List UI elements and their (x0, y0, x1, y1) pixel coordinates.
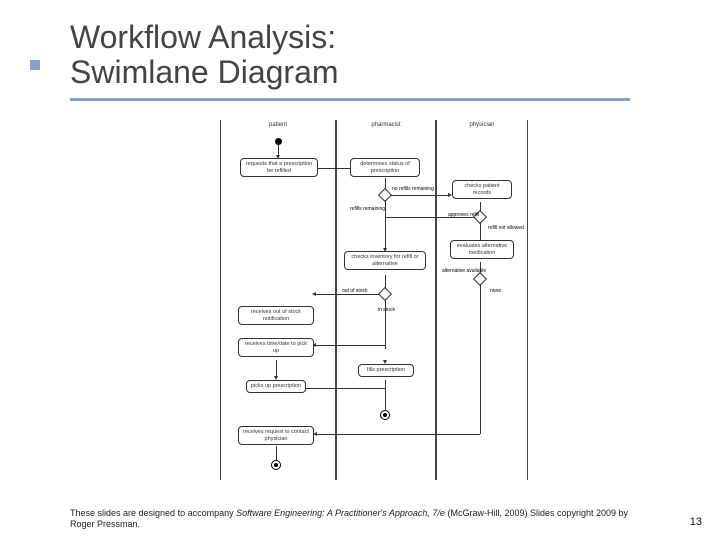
accent-square (30, 60, 40, 70)
edge (385, 299, 386, 349)
title-line-1: Workflow Analysis: (70, 19, 336, 55)
lane-header: patient (221, 120, 335, 134)
edge (390, 195, 450, 196)
edge (385, 200, 386, 250)
page-number: 13 (690, 516, 702, 528)
edge (316, 434, 480, 435)
node-request-refill: requests that a prescription be refilled (240, 158, 318, 177)
activity-end (380, 410, 390, 420)
node-check-records: checks patient records (452, 180, 512, 199)
node-determine-status: determines status of prescription (350, 158, 420, 177)
footer-book-title: Software Engineering: A Practitioner's A… (236, 508, 445, 518)
final-end (271, 460, 281, 470)
footer-prefix: These slides are designed to accompany (70, 508, 236, 518)
node-fill-rx: fills prescription (358, 364, 414, 377)
edge (278, 145, 279, 155)
slide-footer: These slides are designed to accompany S… (70, 508, 630, 530)
node-contact-physician: receives request to contact physician (238, 426, 314, 445)
label-refills-remain: refills remaining (350, 206, 385, 212)
swimlane-diagram: patient pharmacist physician requests th… (220, 120, 530, 480)
edge (385, 380, 386, 410)
edge (306, 388, 386, 389)
slide-title: Workflow Analysis: Swimlane Diagram (0, 20, 720, 98)
node-evaluate-alt: evaluates alternative medication (450, 240, 514, 259)
label-none: none (490, 288, 501, 294)
edge (315, 294, 380, 295)
node-pickup-time: receives time/date to pick up (238, 338, 314, 357)
lane-physician: physician (436, 120, 528, 480)
edge (385, 217, 475, 218)
slide: Workflow Analysis: Swimlane Diagram pati… (0, 0, 720, 540)
label-alt-avail: alternative available (442, 268, 486, 274)
node-oos-notice: receives out of stock notification (238, 306, 314, 325)
lane-header: physician (437, 120, 527, 134)
arrow (312, 292, 316, 296)
node-pickup-rx: picks up prescription (246, 380, 306, 393)
label-in-stock: in stock (378, 307, 395, 313)
lane-header: pharmacist (337, 120, 435, 134)
title-line-2: Swimlane Diagram (70, 54, 339, 90)
node-check-inventory: checks inventory for refill or alternati… (344, 251, 426, 270)
label-no-refills: no refills remaining (392, 186, 434, 192)
title-divider (70, 98, 630, 101)
edge (480, 222, 481, 240)
label-not-allowed: refill not allowed (488, 225, 524, 231)
edge (480, 284, 481, 434)
start-node (275, 138, 282, 145)
edge (276, 446, 277, 460)
edge (315, 345, 385, 346)
